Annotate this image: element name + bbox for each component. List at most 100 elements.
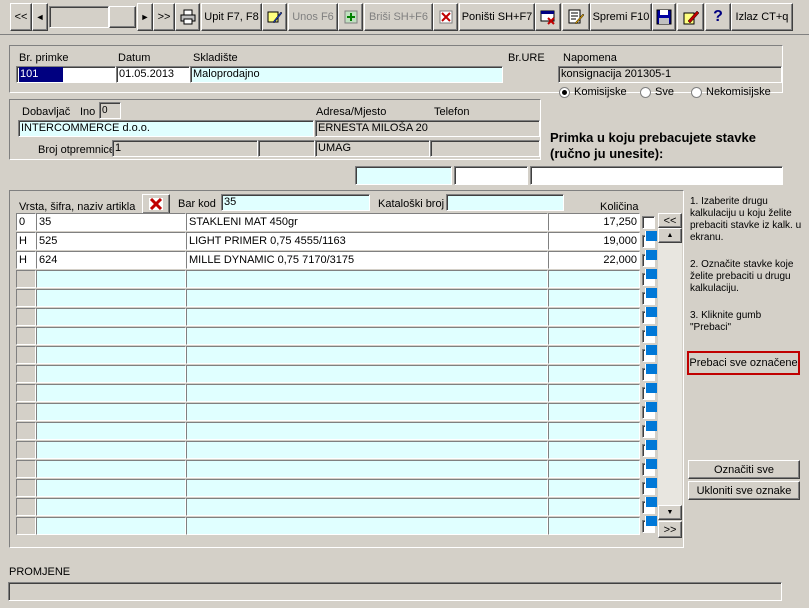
oznaciti-sve-button[interactable]: Označiti sve (688, 460, 800, 479)
adresa-field[interactable]: ERNESTA MILOŠA 20 (315, 120, 540, 137)
cell-vrsta[interactable] (16, 289, 36, 307)
cell-naziv[interactable] (186, 498, 548, 516)
print-button[interactable] (175, 3, 200, 31)
cell-vrsta[interactable] (16, 270, 36, 288)
brisi-icon-button[interactable] (433, 3, 458, 31)
broj-otpremnice-field[interactable]: 1 (112, 140, 258, 157)
cell-naziv[interactable]: MILLE DYNAMIC 0,75 7170/3175 (186, 251, 548, 269)
cell-kolicina[interactable] (548, 460, 640, 478)
cell-naziv[interactable] (186, 422, 548, 440)
radio-nekomisijske[interactable]: Nekomisijske (691, 86, 771, 98)
ponisti-icon-button[interactable] (535, 3, 561, 31)
save-icon-button[interactable] (652, 3, 676, 31)
cell-naziv[interactable] (186, 403, 548, 421)
radio-komisijske[interactable]: Komisijske (559, 86, 627, 98)
cell-naziv[interactable] (186, 327, 548, 345)
cell-sifra[interactable] (36, 479, 186, 497)
spremi-button[interactable]: Spremi F10 (590, 3, 652, 31)
cell-sifra[interactable] (36, 441, 186, 459)
skladiste-field[interactable]: Maloprodajno (190, 66, 503, 83)
upit-icon-button[interactable] (262, 3, 287, 31)
scrollbar-down-arrow[interactable]: ▼ (658, 505, 682, 520)
cell-kolicina[interactable] (548, 308, 640, 326)
cell-vrsta[interactable] (16, 517, 36, 535)
radio-sve[interactable]: Sve (640, 86, 674, 98)
cell-vrsta[interactable] (16, 327, 36, 345)
clear-filter-button[interactable] (142, 194, 170, 214)
cell-vrsta[interactable] (16, 479, 36, 497)
cell-naziv[interactable] (186, 460, 548, 478)
cell-kolicina[interactable] (548, 270, 640, 288)
cell-kolicina[interactable] (548, 498, 640, 516)
cell-kolicina[interactable]: 17,250 (548, 213, 640, 231)
cell-naziv[interactable] (186, 289, 548, 307)
cell-kolicina[interactable] (548, 384, 640, 402)
cell-kolicina[interactable] (548, 365, 640, 383)
target-primka-field-3[interactable] (530, 166, 783, 185)
cell-sifra[interactable] (36, 498, 186, 516)
katalog-field[interactable] (446, 194, 564, 211)
cell-naziv[interactable] (186, 346, 548, 364)
cell-kolicina[interactable] (548, 327, 640, 345)
target-primka-field-2[interactable] (454, 166, 528, 185)
izlaz-button[interactable]: Izlaz CT+q (731, 3, 793, 31)
cell-kolicina[interactable] (548, 346, 640, 364)
cell-sifra[interactable] (36, 403, 186, 421)
cell-naziv[interactable] (186, 365, 548, 383)
ponisti-button[interactable]: Poništi SH+F7 (459, 3, 535, 31)
mjesto-field[interactable]: UMAG (315, 140, 430, 157)
cell-kolicina[interactable] (548, 403, 640, 421)
scroll-down-button[interactable]: >> (658, 521, 682, 538)
row-checkbox[interactable] (642, 216, 655, 229)
cell-vrsta[interactable] (16, 441, 36, 459)
cell-vrsta[interactable] (16, 498, 36, 516)
cell-sifra[interactable]: 525 (36, 232, 186, 250)
record-slider[interactable] (109, 6, 136, 28)
cell-sifra[interactable] (36, 460, 186, 478)
upit-button[interactable]: Upit F7, F8 (201, 3, 262, 31)
help-button[interactable]: ? (705, 3, 731, 31)
spremi-edit-icon-button[interactable] (562, 3, 590, 31)
cell-vrsta[interactable] (16, 460, 36, 478)
cell-vrsta[interactable] (16, 403, 36, 421)
cell-vrsta[interactable]: 0 (16, 213, 36, 231)
cell-naziv[interactable] (186, 270, 548, 288)
nav-next-button[interactable]: ► (137, 3, 153, 31)
cell-naziv[interactable] (186, 479, 548, 497)
cell-sifra[interactable] (36, 422, 186, 440)
cell-vrsta[interactable] (16, 308, 36, 326)
cell-kolicina[interactable] (548, 422, 640, 440)
cell-vrsta[interactable]: H (16, 232, 36, 250)
cell-vrsta[interactable] (16, 346, 36, 364)
record-position-field[interactable] (49, 6, 109, 28)
scrollbar-track[interactable]: ▲ ▼ (658, 228, 682, 520)
scroll-up-button[interactable]: << (658, 213, 682, 228)
cell-kolicina[interactable]: 19,000 (548, 232, 640, 250)
cell-sifra[interactable] (36, 365, 186, 383)
dobavljac-field[interactable]: INTERCOMMERCE d.o.o. (18, 120, 314, 137)
ino-field[interactable]: 0 (99, 102, 121, 119)
cell-sifra[interactable]: 624 (36, 251, 186, 269)
cell-kolicina[interactable] (548, 289, 640, 307)
cell-sifra[interactable] (36, 308, 186, 326)
cell-vrsta[interactable] (16, 384, 36, 402)
cell-sifra[interactable] (36, 289, 186, 307)
prebaci-button[interactable]: Prebaci sve označene (687, 351, 800, 375)
target-primka-field-1[interactable] (355, 166, 452, 185)
cell-kolicina[interactable]: 22,000 (548, 251, 640, 269)
nav-prev-button[interactable]: ◄ (32, 3, 48, 31)
cell-vrsta[interactable] (16, 365, 36, 383)
cell-sifra[interactable] (36, 270, 186, 288)
nav-first-button[interactable]: << (10, 3, 32, 31)
cell-naziv[interactable]: STAKLENI MAT 450gr (186, 213, 548, 231)
barkod-field[interactable]: 35 (221, 194, 370, 211)
cell-naziv[interactable] (186, 384, 548, 402)
cell-sifra[interactable]: 35 (36, 213, 186, 231)
cell-vrsta[interactable] (16, 422, 36, 440)
unos-button[interactable]: Unos F6 (288, 3, 338, 31)
napomena-field[interactable]: konsignacija 201305-1 (558, 66, 782, 83)
ukloniti-oznake-button[interactable]: Ukloniti sve oznake (688, 481, 800, 500)
cell-kolicina[interactable] (548, 479, 640, 497)
cell-naziv[interactable] (186, 517, 548, 535)
telefon-field[interactable] (430, 140, 540, 157)
